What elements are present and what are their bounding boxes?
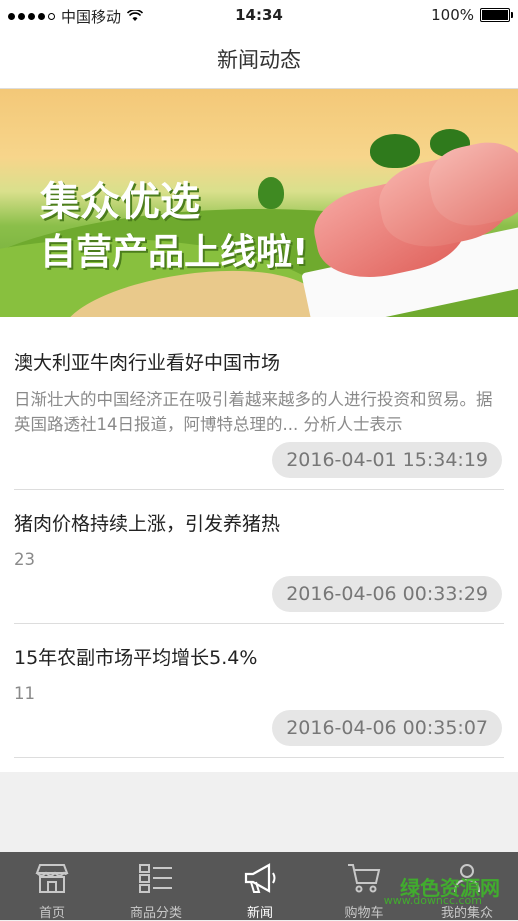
megaphone-icon xyxy=(208,862,312,896)
banner-headline: 集众优选 xyxy=(40,179,200,225)
news-item[interactable]: 猪肉价格持续上涨，引发养猪热 23 2016-04-06 00:33:29 xyxy=(14,489,504,624)
news-time-badge: 2016-04-01 15:34:19 xyxy=(272,442,502,478)
news-list: 澳大利亚牛肉行业看好中国市场 日渐壮大的中国经济正在吸引着越来越多的人进行投资和… xyxy=(0,317,518,772)
tab-label: 商品分类 xyxy=(129,906,182,921)
store-icon xyxy=(0,862,104,896)
news-title: 猪肉价格持续上涨，引发养猪热 xyxy=(14,513,281,535)
tab-label: 新闻 xyxy=(246,906,273,921)
news-item[interactable]: 15年农副市场平均增长5.4% 11 2016-04-06 00:35:07 xyxy=(14,623,504,758)
list-icon xyxy=(104,862,208,896)
tab-categories[interactable]: 商品分类 xyxy=(104,852,208,921)
tab-label: 首页 xyxy=(38,906,65,921)
tab-news[interactable]: 新闻 xyxy=(208,852,312,921)
promo-banner[interactable]: 集众优选 自营产品上线啦! xyxy=(0,89,518,317)
news-item[interactable]: 澳大利亚牛肉行业看好中国市场 日渐壮大的中国经济正在吸引着越来越多的人进行投资和… xyxy=(14,317,504,490)
battery-icon xyxy=(480,8,513,22)
tab-bar: 首页 商品分类 新闻 购物车 我的集众 绿色资源网 www.downcc.com xyxy=(0,852,518,921)
news-summary: 日渐壮大的中国经济正在吸引着越来越多的人进行投资和贸易。据英国路透社14日报道，… xyxy=(14,390,493,434)
banner-subheadline: 自营产品上线啦! xyxy=(40,232,309,273)
nav-bar: 新闻动态 xyxy=(0,30,518,89)
news-summary: 11 xyxy=(14,684,35,703)
news-summary: 23 xyxy=(14,550,35,569)
news-title: 15年农副市场平均增长5.4% xyxy=(14,647,258,669)
page-title: 新闻动态 xyxy=(217,48,301,72)
tree-icon xyxy=(370,134,420,168)
news-time-badge: 2016-04-06 00:33:29 xyxy=(272,576,502,612)
watermark-url: www.downcc.com xyxy=(383,894,482,907)
tree-icon xyxy=(258,177,284,209)
battery-group: 100% xyxy=(431,6,513,24)
battery-percent: 100% xyxy=(431,6,474,24)
news-title: 澳大利亚牛肉行业看好中国市场 xyxy=(14,352,281,374)
news-time-badge: 2016-04-06 00:35:07 xyxy=(272,710,502,746)
status-bar: 中国移动 14:34 100% xyxy=(0,0,518,30)
tab-home[interactable]: 首页 xyxy=(0,852,104,921)
